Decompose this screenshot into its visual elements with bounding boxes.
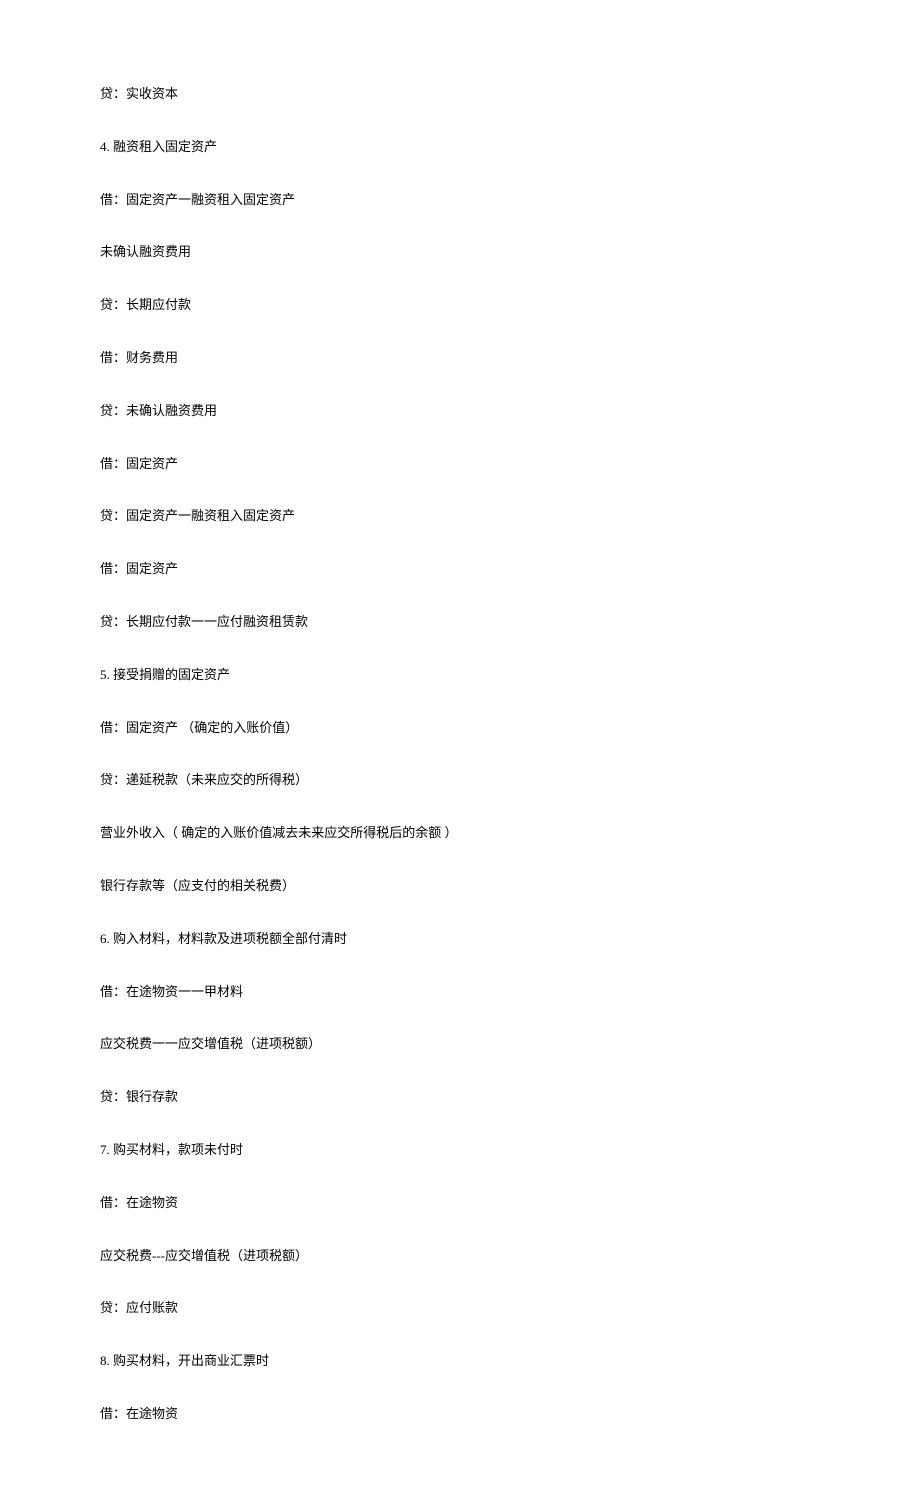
text-line: 借：固定资产 （确定的入账价值） bbox=[100, 718, 820, 739]
text-line: 贷：长期应付款 bbox=[100, 295, 820, 316]
text-line: 贷：递延税款（未来应交的所得税） bbox=[100, 770, 820, 791]
text-line: 8. 购买材料，开出商业汇票时 bbox=[100, 1351, 820, 1372]
text-line: 借：在途物资 bbox=[100, 1193, 820, 1214]
text-line: 借：固定资产 bbox=[100, 559, 820, 580]
text-line: 贷：固定资产一融资租入固定资产 bbox=[100, 506, 820, 527]
text-line: 应交税费一一应交增值税（进项税额） bbox=[100, 1034, 820, 1055]
text-line: 银行存款等（应支付的相关税费） bbox=[100, 876, 820, 897]
text-line: 4. 融资租入固定资产 bbox=[100, 137, 820, 158]
text-line: 未确认融资费用 bbox=[100, 242, 820, 263]
text-line: 贷：实收资本 bbox=[100, 84, 820, 105]
text-line: 贷：银行存款 bbox=[100, 1087, 820, 1108]
text-line: 贷：长期应付款一一应付融资租赁款 bbox=[100, 612, 820, 633]
text-line: 营业外收入（ 确定的入账价值减去未来应交所得税后的余额 ） bbox=[100, 823, 820, 844]
text-line: 5. 接受捐赠的固定资产 bbox=[100, 665, 820, 686]
text-line: 6. 购入材料，材料款及进项税额全部付清时 bbox=[100, 929, 820, 950]
text-line: 贷：未确认融资费用 bbox=[100, 401, 820, 422]
text-line: 借：固定资产 bbox=[100, 454, 820, 475]
text-line: 7. 购买材料，款项未付时 bbox=[100, 1140, 820, 1161]
text-line: 贷：应付账款 bbox=[100, 1298, 820, 1319]
text-line: 应交税费---应交增值税（进项税额） bbox=[100, 1246, 820, 1267]
text-line: 借：在途物资 bbox=[100, 1404, 820, 1425]
text-line: 借：财务费用 bbox=[100, 348, 820, 369]
text-line: 借：固定资产一融资租入固定资产 bbox=[100, 190, 820, 211]
text-line: 借：在途物资一一甲材料 bbox=[100, 982, 820, 1003]
